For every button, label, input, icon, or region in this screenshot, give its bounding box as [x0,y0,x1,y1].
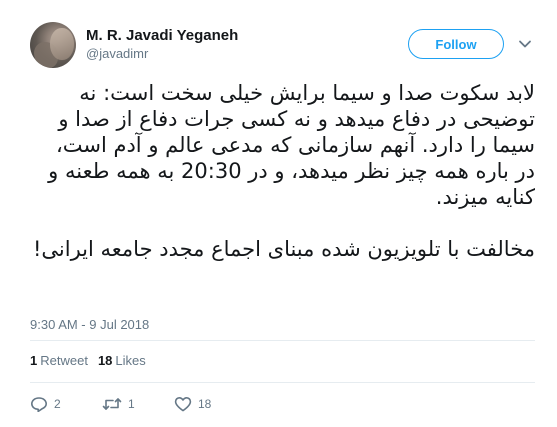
tweet-paragraph-1: لابد سکوت صدا و سیما برایش خیلی سخت است:… [48,81,535,209]
like-button[interactable]: 18 [174,396,246,412]
heart-icon [174,397,192,412]
reply-count: 2 [54,397,61,411]
tweet-text: لابد سکوت صدا و سیما برایش خیلی سخت است:… [30,80,535,262]
retweets-stat[interactable]: 1 Retweet [30,353,88,368]
tweet-stats: 1 Retweet 18 Likes [30,353,146,368]
chevron-down-icon[interactable] [517,36,533,50]
retweets-label: Retweet [40,353,88,368]
retweet-count: 1 [128,397,135,411]
avatar[interactable] [30,22,76,68]
tweet-actions: 2 1 18 [30,396,246,412]
tweet-timestamp[interactable]: 9:30 AM - 9 Jul 2018 [30,317,149,332]
display-name[interactable]: M. R. Javadi Yeganeh [86,26,238,45]
reply-button[interactable]: 2 [30,396,102,412]
divider [30,340,535,341]
likes-stat[interactable]: 18 Likes [98,353,146,368]
divider [30,382,535,383]
tweet-paragraph-2: مخالفت با تلویزیون شده مبنای اجماع مجدد … [32,237,535,261]
user-name-block[interactable]: M. R. Javadi Yeganeh @javadimr [86,26,238,62]
likes-label: Likes [115,353,146,368]
retweet-icon [102,398,122,410]
likes-count: 18 [97,353,113,368]
retweets-count: 1 [30,353,38,368]
follow-button[interactable]: Follow [408,29,504,59]
tweet-card: M. R. Javadi Yeganeh @javadimr Follow لا… [0,0,557,427]
tweet-header: M. R. Javadi Yeganeh @javadimr Follow [30,22,535,68]
screen-name[interactable]: @javadimr [86,45,238,62]
like-count: 18 [198,397,212,411]
reply-icon [31,397,47,412]
avatar-face-shape [50,28,74,60]
retweet-button[interactable]: 1 [102,396,174,412]
